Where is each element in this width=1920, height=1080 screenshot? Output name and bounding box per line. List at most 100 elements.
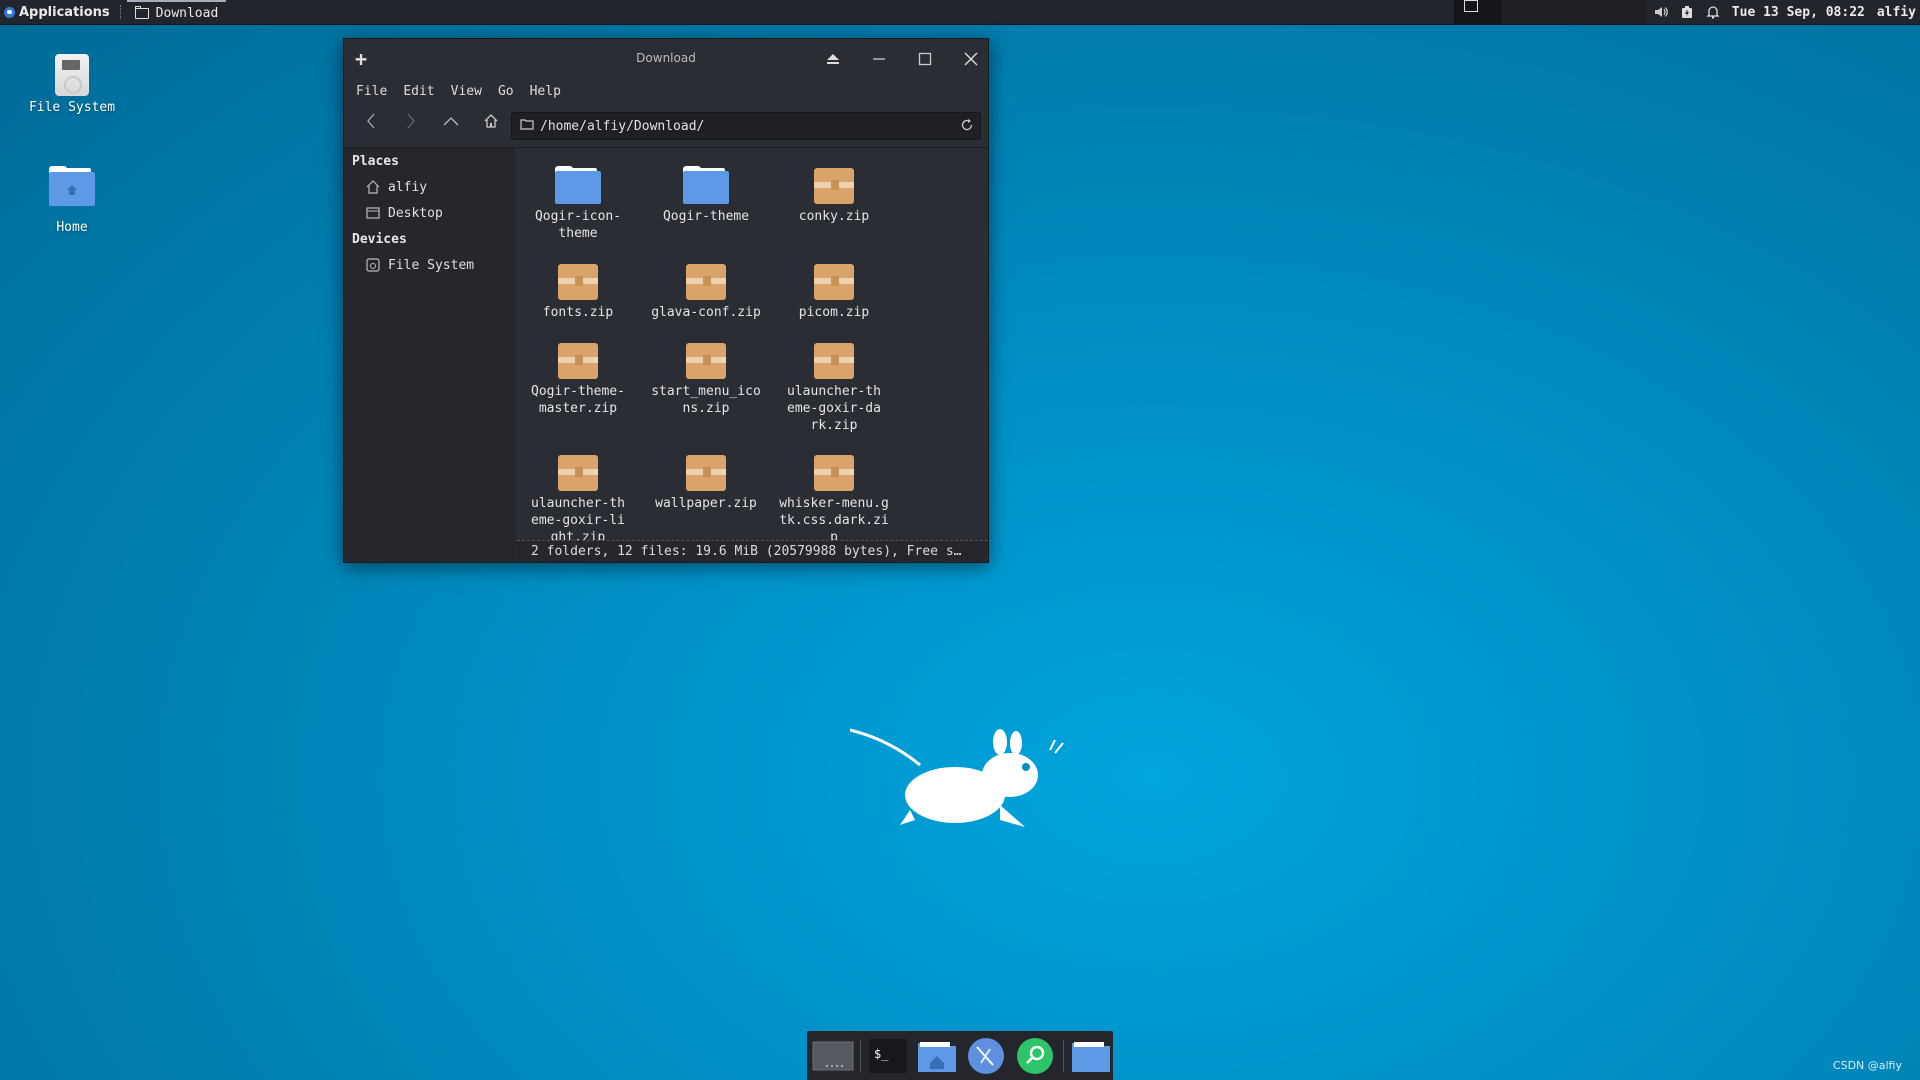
dock: $_ — [807, 1031, 1113, 1080]
menu-file[interactable]: File — [350, 82, 393, 101]
desktop-icon-label: Home — [56, 220, 88, 235]
zip-archive-icon — [814, 168, 854, 204]
file-item[interactable]: wallpaper.zip — [647, 441, 765, 512]
menu-bar: File Edit View Go Help — [344, 79, 988, 103]
applications-menu-button[interactable]: Applications — [0, 0, 116, 24]
file-item[interactable]: Qogir-icon-theme — [519, 154, 637, 242]
file-item[interactable]: ulauncher-theme-goxir-light.zip — [519, 441, 637, 540]
clock[interactable]: Tue 13 Sep, 08:22 — [1732, 5, 1865, 20]
folder-icon — [520, 118, 534, 134]
desktop-icon-label: File System — [28, 100, 116, 115]
file-item[interactable]: conky.zip — [775, 154, 893, 225]
location-path: /home/alfiy/Download/ — [540, 118, 705, 134]
workspace-1[interactable] — [1454, 0, 1502, 24]
xfce-mouse-mascot-icon — [850, 728, 1064, 827]
status-bar: 2 folders, 12 files: 19.6 MiB (20579988 … — [517, 540, 988, 562]
notifications-bell-icon[interactable] — [1706, 5, 1720, 19]
desktop-icon-file-system[interactable]: File System — [17, 54, 127, 115]
dock-item-app-finder[interactable] — [1014, 1036, 1057, 1076]
file-name: conky.zip — [798, 209, 870, 224]
sidebar-item-label: alfiy — [388, 179, 428, 195]
file-name: picom.zip — [798, 305, 870, 320]
xfce-logo-icon — [4, 6, 15, 18]
file-name: start_menu_icons.zip — [651, 384, 761, 416]
sidebar: Places alfiy Desktop Devices File System — [344, 147, 516, 562]
workspace-4[interactable] — [1598, 0, 1646, 24]
sidebar-item-label: Desktop — [388, 205, 443, 221]
system-tray: Tue 13 Sep, 08:22 alfiy — [1654, 0, 1920, 24]
maximize-icon[interactable] — [914, 48, 936, 70]
eject-icon[interactable] — [822, 48, 844, 70]
dock-separator — [860, 1039, 861, 1072]
user-name[interactable]: alfiy — [1877, 5, 1916, 20]
file-name: ulauncher-theme-goxir-dark.zip — [787, 384, 881, 433]
zip-archive-icon — [558, 264, 598, 300]
sidebar-item-alfiy[interactable]: alfiy — [344, 174, 516, 200]
zip-archive-icon — [814, 343, 854, 379]
sidebar-devices-header: Devices — [352, 232, 407, 247]
back-button[interactable] — [354, 106, 388, 136]
sidebar-item-file-system[interactable]: File System — [344, 252, 516, 278]
dock-item-web-browser[interactable] — [965, 1036, 1008, 1076]
workspace-2[interactable] — [1502, 0, 1550, 24]
file-view: Qogir-icon-theme Qogir-theme conky.zip f… — [517, 147, 988, 540]
zip-archive-icon — [686, 455, 726, 491]
workspace-3[interactable] — [1550, 0, 1598, 24]
reload-icon[interactable] — [960, 118, 974, 136]
dock-item-folder[interactable] — [1070, 1036, 1113, 1076]
close-icon[interactable] — [960, 48, 982, 70]
menu-edit[interactable]: Edit — [397, 82, 440, 101]
menu-go[interactable]: Go — [492, 82, 520, 101]
file-name: wallpaper.zip — [655, 496, 757, 511]
desktop-icon — [366, 207, 380, 219]
file-item[interactable]: glava-conf.zip — [647, 250, 765, 321]
file-name: Qogir-theme-master.zip — [531, 384, 625, 416]
taskbar-window-button[interactable]: Download — [126, 0, 227, 24]
dock-item-workspace[interactable] — [811, 1036, 854, 1076]
file-item[interactable]: picom.zip — [775, 250, 893, 321]
file-item[interactable]: whisker-menu.gtk.css.dark.zip — [775, 441, 893, 540]
parent-folder-button[interactable] — [434, 106, 468, 136]
panel-separator — [119, 5, 123, 19]
folder-icon — [683, 166, 729, 204]
web-browser-icon — [968, 1037, 1005, 1074]
minimize-icon[interactable] — [868, 48, 890, 70]
sidebar-item-desktop[interactable]: Desktop — [344, 200, 516, 226]
chevron-left-icon — [367, 113, 375, 129]
file-item[interactable]: start_menu_icons.zip — [647, 329, 765, 417]
zip-archive-icon — [814, 455, 854, 491]
zip-archive-icon — [686, 343, 726, 379]
dock-separator — [1062, 1039, 1064, 1072]
zip-archive-icon — [814, 264, 854, 300]
menu-view[interactable]: View — [445, 82, 488, 101]
terminal-icon: $_ — [869, 1038, 908, 1073]
file-item[interactable]: Qogir-theme — [647, 154, 765, 225]
dock-item-terminal[interactable]: $_ — [867, 1036, 910, 1076]
menu-help[interactable]: Help — [524, 82, 567, 101]
location-bar[interactable]: /home/alfiy/Download/ — [511, 112, 981, 140]
power-manager-icon[interactable] — [1680, 5, 1694, 19]
volume-icon[interactable] — [1654, 5, 1668, 19]
file-name: fonts.zip — [542, 305, 614, 320]
workspace-icon — [812, 1041, 853, 1070]
forward-button[interactable] — [394, 106, 428, 136]
file-item[interactable]: fonts.zip — [519, 250, 637, 321]
file-item[interactable]: Qogir-theme-master.zip — [519, 329, 637, 417]
desktop-icon-home[interactable]: Home — [17, 166, 127, 235]
home-folder-icon — [49, 166, 95, 206]
sidebar-item-label: File System — [388, 257, 475, 273]
file-name: whisker-menu.gtk.css.dark.zip — [779, 496, 889, 540]
home-button[interactable] — [474, 106, 508, 136]
file-manager-icon — [918, 1041, 957, 1072]
drive-icon — [55, 54, 89, 96]
chevron-right-icon — [407, 113, 415, 129]
file-item[interactable]: ulauncher-theme-goxir-dark.zip — [775, 329, 893, 434]
folder-icon — [1072, 1041, 1111, 1072]
folder-icon — [134, 5, 149, 19]
window-titlebar[interactable]: + Download — [344, 39, 988, 79]
sidebar-places-header: Places — [352, 154, 399, 169]
file-name: ulauncher-theme-goxir-light.zip — [531, 496, 625, 540]
svg-text:$_: $_ — [874, 1047, 889, 1061]
zip-archive-icon — [558, 343, 598, 379]
dock-item-file-manager[interactable] — [916, 1036, 959, 1076]
